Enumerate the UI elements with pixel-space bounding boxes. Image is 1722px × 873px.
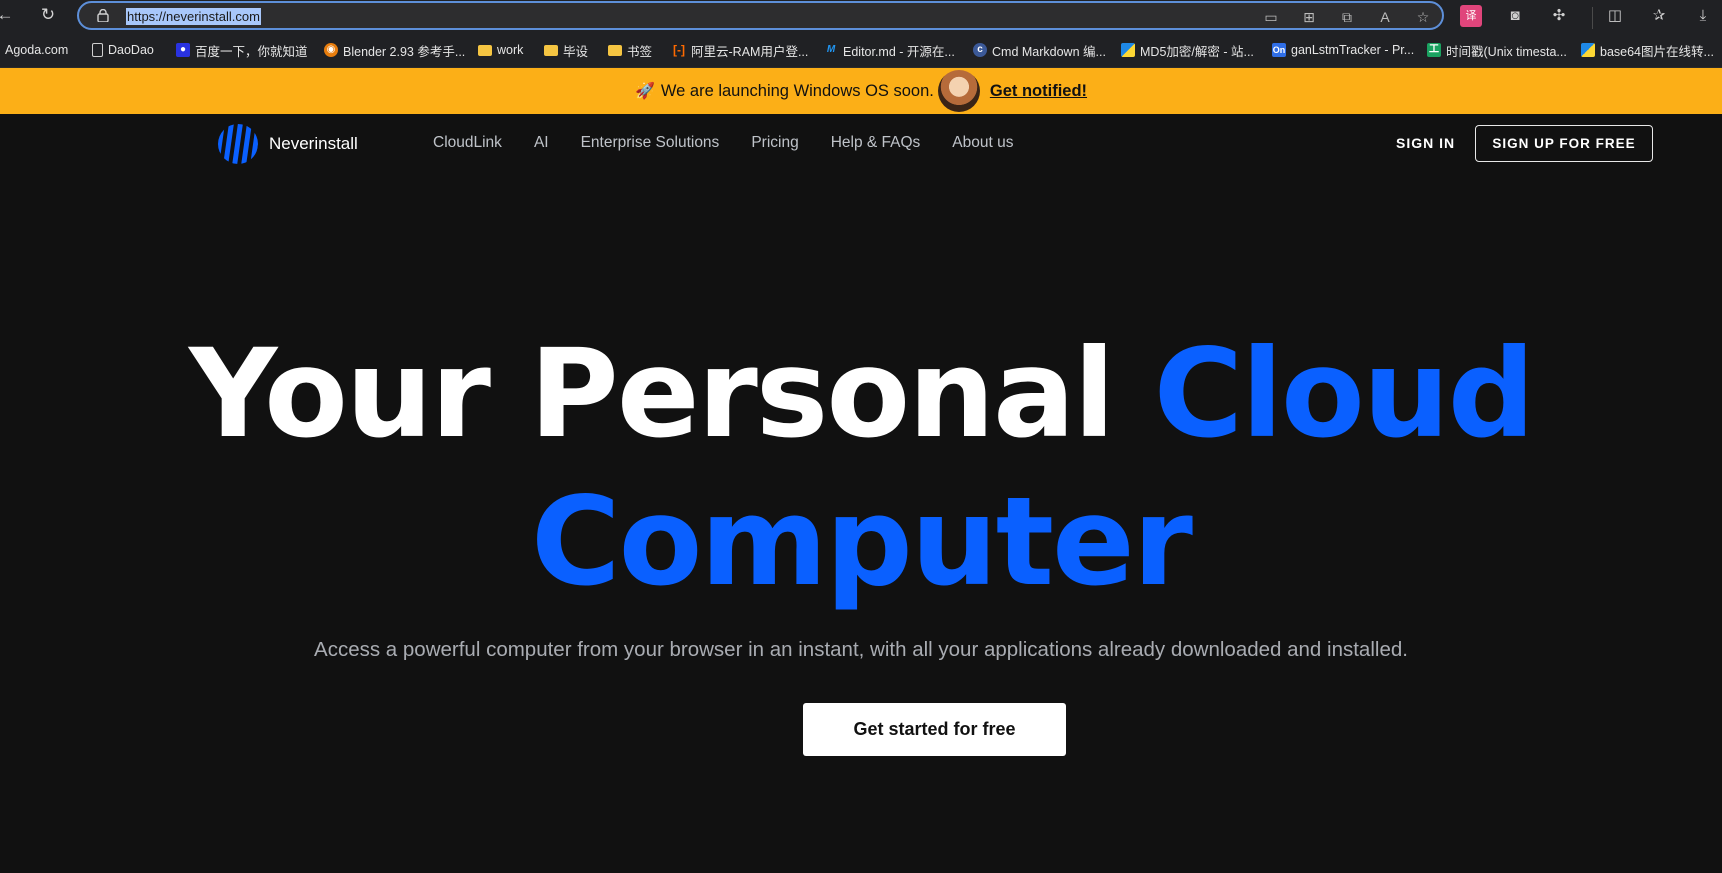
bookmark-work[interactable]: work <box>478 41 523 59</box>
aliyun-icon: [-] <box>673 43 685 57</box>
hero-subtitle: Access a powerful computer from your bro… <box>314 638 1408 661</box>
address-bar[interactable]: https://neverinstall.com ▭ ⊞ ⧉ A ☆ <box>77 1 1444 30</box>
read-aloud-icon[interactable]: A <box>1376 8 1394 26</box>
sign-up-button[interactable]: SIGN UP FOR FREE <box>1475 125 1653 162</box>
split-screen-icon[interactable]: ◫ <box>1604 5 1626 27</box>
extensions-icon[interactable]: ✣ <box>1548 5 1570 27</box>
editormd-icon: M <box>826 44 836 55</box>
bookmark-blender[interactable]: ◉ Blender 2.93 参考手... <box>324 41 465 59</box>
sign-in-link[interactable]: SIGN IN <box>1396 135 1455 151</box>
page-icon <box>92 43 103 57</box>
bookmark-label: 百度一下，你就知道 <box>195 44 308 59</box>
bookmark-baidu[interactable]: ● 百度一下，你就知道 <box>176 41 308 59</box>
baidu-icon: ● <box>176 43 190 57</box>
browser-toolbar: ← ↻ https://neverinstall.com ▭ ⊞ ⧉ A ☆ 译… <box>0 0 1722 31</box>
bookmark-label: Cmd Markdown 编... <box>992 44 1106 59</box>
bookmark-label: 时间戳(Unix timesta... <box>1446 44 1567 59</box>
bookmark-shuqian[interactable]: 书签 <box>608 41 652 59</box>
bookmark-overleaf[interactable]: On ganLstmTracker - Pr... <box>1272 41 1414 59</box>
apps-icon[interactable]: ⊞ <box>1300 8 1318 26</box>
bookmark-label: DaoDao <box>108 43 154 57</box>
md5-icon <box>1121 43 1135 57</box>
back-icon[interactable]: ← <box>0 4 16 26</box>
bookmark-aliyun[interactable]: [-] 阿里云-RAM用户登... <box>672 41 808 59</box>
get-notified-link[interactable]: Get notified! <box>990 82 1087 101</box>
hero-title-blue-1: Cloud <box>1153 323 1535 465</box>
overleaf-icon: On <box>1272 43 1286 57</box>
star-icon[interactable]: ☆ <box>1414 8 1432 26</box>
announcement-text: We are launching Windows OS soon. <box>660 81 934 100</box>
bookmark-md5[interactable]: MD5加密/解密 - 站... <box>1121 41 1254 59</box>
timestamp-icon: 工 <box>1427 43 1441 57</box>
bookmark-label: Blender 2.93 参考手... <box>343 44 466 59</box>
hero-title: Your Personal Cloud Computer <box>0 320 1722 616</box>
blender-icon: ◉ <box>324 43 338 57</box>
lock-icon[interactable] <box>97 9 109 22</box>
nav-enterprise-solutions[interactable]: Enterprise Solutions <box>581 134 720 152</box>
bookmark-cmd-markdown[interactable]: c Cmd Markdown 编... <box>973 41 1106 59</box>
url-text[interactable]: https://neverinstall.com <box>126 8 261 25</box>
cast-icon[interactable]: ▭ <box>1262 8 1280 26</box>
bookmark-daodao[interactable]: DaoDao <box>92 41 154 59</box>
translate-icon[interactable]: 译 <box>1460 5 1482 27</box>
bookmark-label: ganLstmTracker - Pr... <box>1291 43 1415 57</box>
brand-logo[interactable]: Neverinstall <box>217 123 358 165</box>
folder-icon <box>544 44 558 56</box>
base64-icon <box>1581 43 1595 57</box>
bookmarks-bar: Agoda.com DaoDao ● 百度一下，你就知道 ◉ Blender 2… <box>0 31 1722 68</box>
bookmark-label: Agoda.com <box>5 43 69 57</box>
bookmark-label: base64图片在线转... <box>1600 44 1714 59</box>
hero-title-white: Your Personal <box>188 323 1115 465</box>
folder-icon <box>608 44 622 56</box>
brand-name: Neverinstall <box>269 134 358 153</box>
folder-icon <box>478 44 492 56</box>
bookmark-timestamp[interactable]: 工 时间戳(Unix timesta... <box>1427 41 1567 59</box>
toolbar-divider <box>1592 7 1593 29</box>
main-nav: CloudLink AI Enterprise Solutions Pricin… <box>433 134 1045 152</box>
get-started-button[interactable]: Get started for free <box>803 703 1066 756</box>
bookmark-bishe[interactable]: 毕设 <box>544 41 588 59</box>
rocket-icon: 🚀 <box>634 83 655 100</box>
bookmark-label: Editor.md - 开源在... <box>843 44 955 59</box>
hero-title-blue-2: Computer <box>531 471 1193 613</box>
bookmark-label: 阿里云-RAM用户登... <box>691 44 809 59</box>
nav-about-us[interactable]: About us <box>952 134 1013 152</box>
nav-help-faqs[interactable]: Help & FAQs <box>831 134 921 152</box>
bookmark-label: 书签 <box>627 44 653 59</box>
nav-pricing[interactable]: Pricing <box>751 134 798 152</box>
split-icon[interactable]: ⧉ <box>1338 8 1356 26</box>
bookmark-label: 毕设 <box>563 44 589 59</box>
neverinstall-logo-icon <box>218 124 258 164</box>
download-icon[interactable]: ⤓ <box>1692 5 1714 27</box>
announcement-banner: 🚀 We are launching Windows OS soon. Get … <box>0 68 1722 114</box>
site-header: Neverinstall CloudLink AI Enterprise Sol… <box>0 114 1722 172</box>
bookmark-label: MD5加密/解密 - 站... <box>1140 44 1254 59</box>
bookmark-agoda[interactable]: Agoda.com <box>0 41 68 59</box>
nav-ai[interactable]: AI <box>534 134 549 152</box>
bookmark-label: work <box>497 43 524 57</box>
favorites-icon[interactable]: ✰ <box>1648 5 1670 27</box>
mascot-avatar <box>937 70 980 112</box>
bookmark-base64[interactable]: base64图片在线转... <box>1581 41 1714 59</box>
cmd-markdown-icon: c <box>973 43 987 57</box>
nav-cloudlink[interactable]: CloudLink <box>433 134 502 152</box>
reload-icon[interactable]: ↻ <box>37 4 59 26</box>
bookmark-editormd[interactable]: M Editor.md - 开源在... <box>824 41 955 59</box>
glasses-icon[interactable]: ◙ <box>1504 5 1526 27</box>
